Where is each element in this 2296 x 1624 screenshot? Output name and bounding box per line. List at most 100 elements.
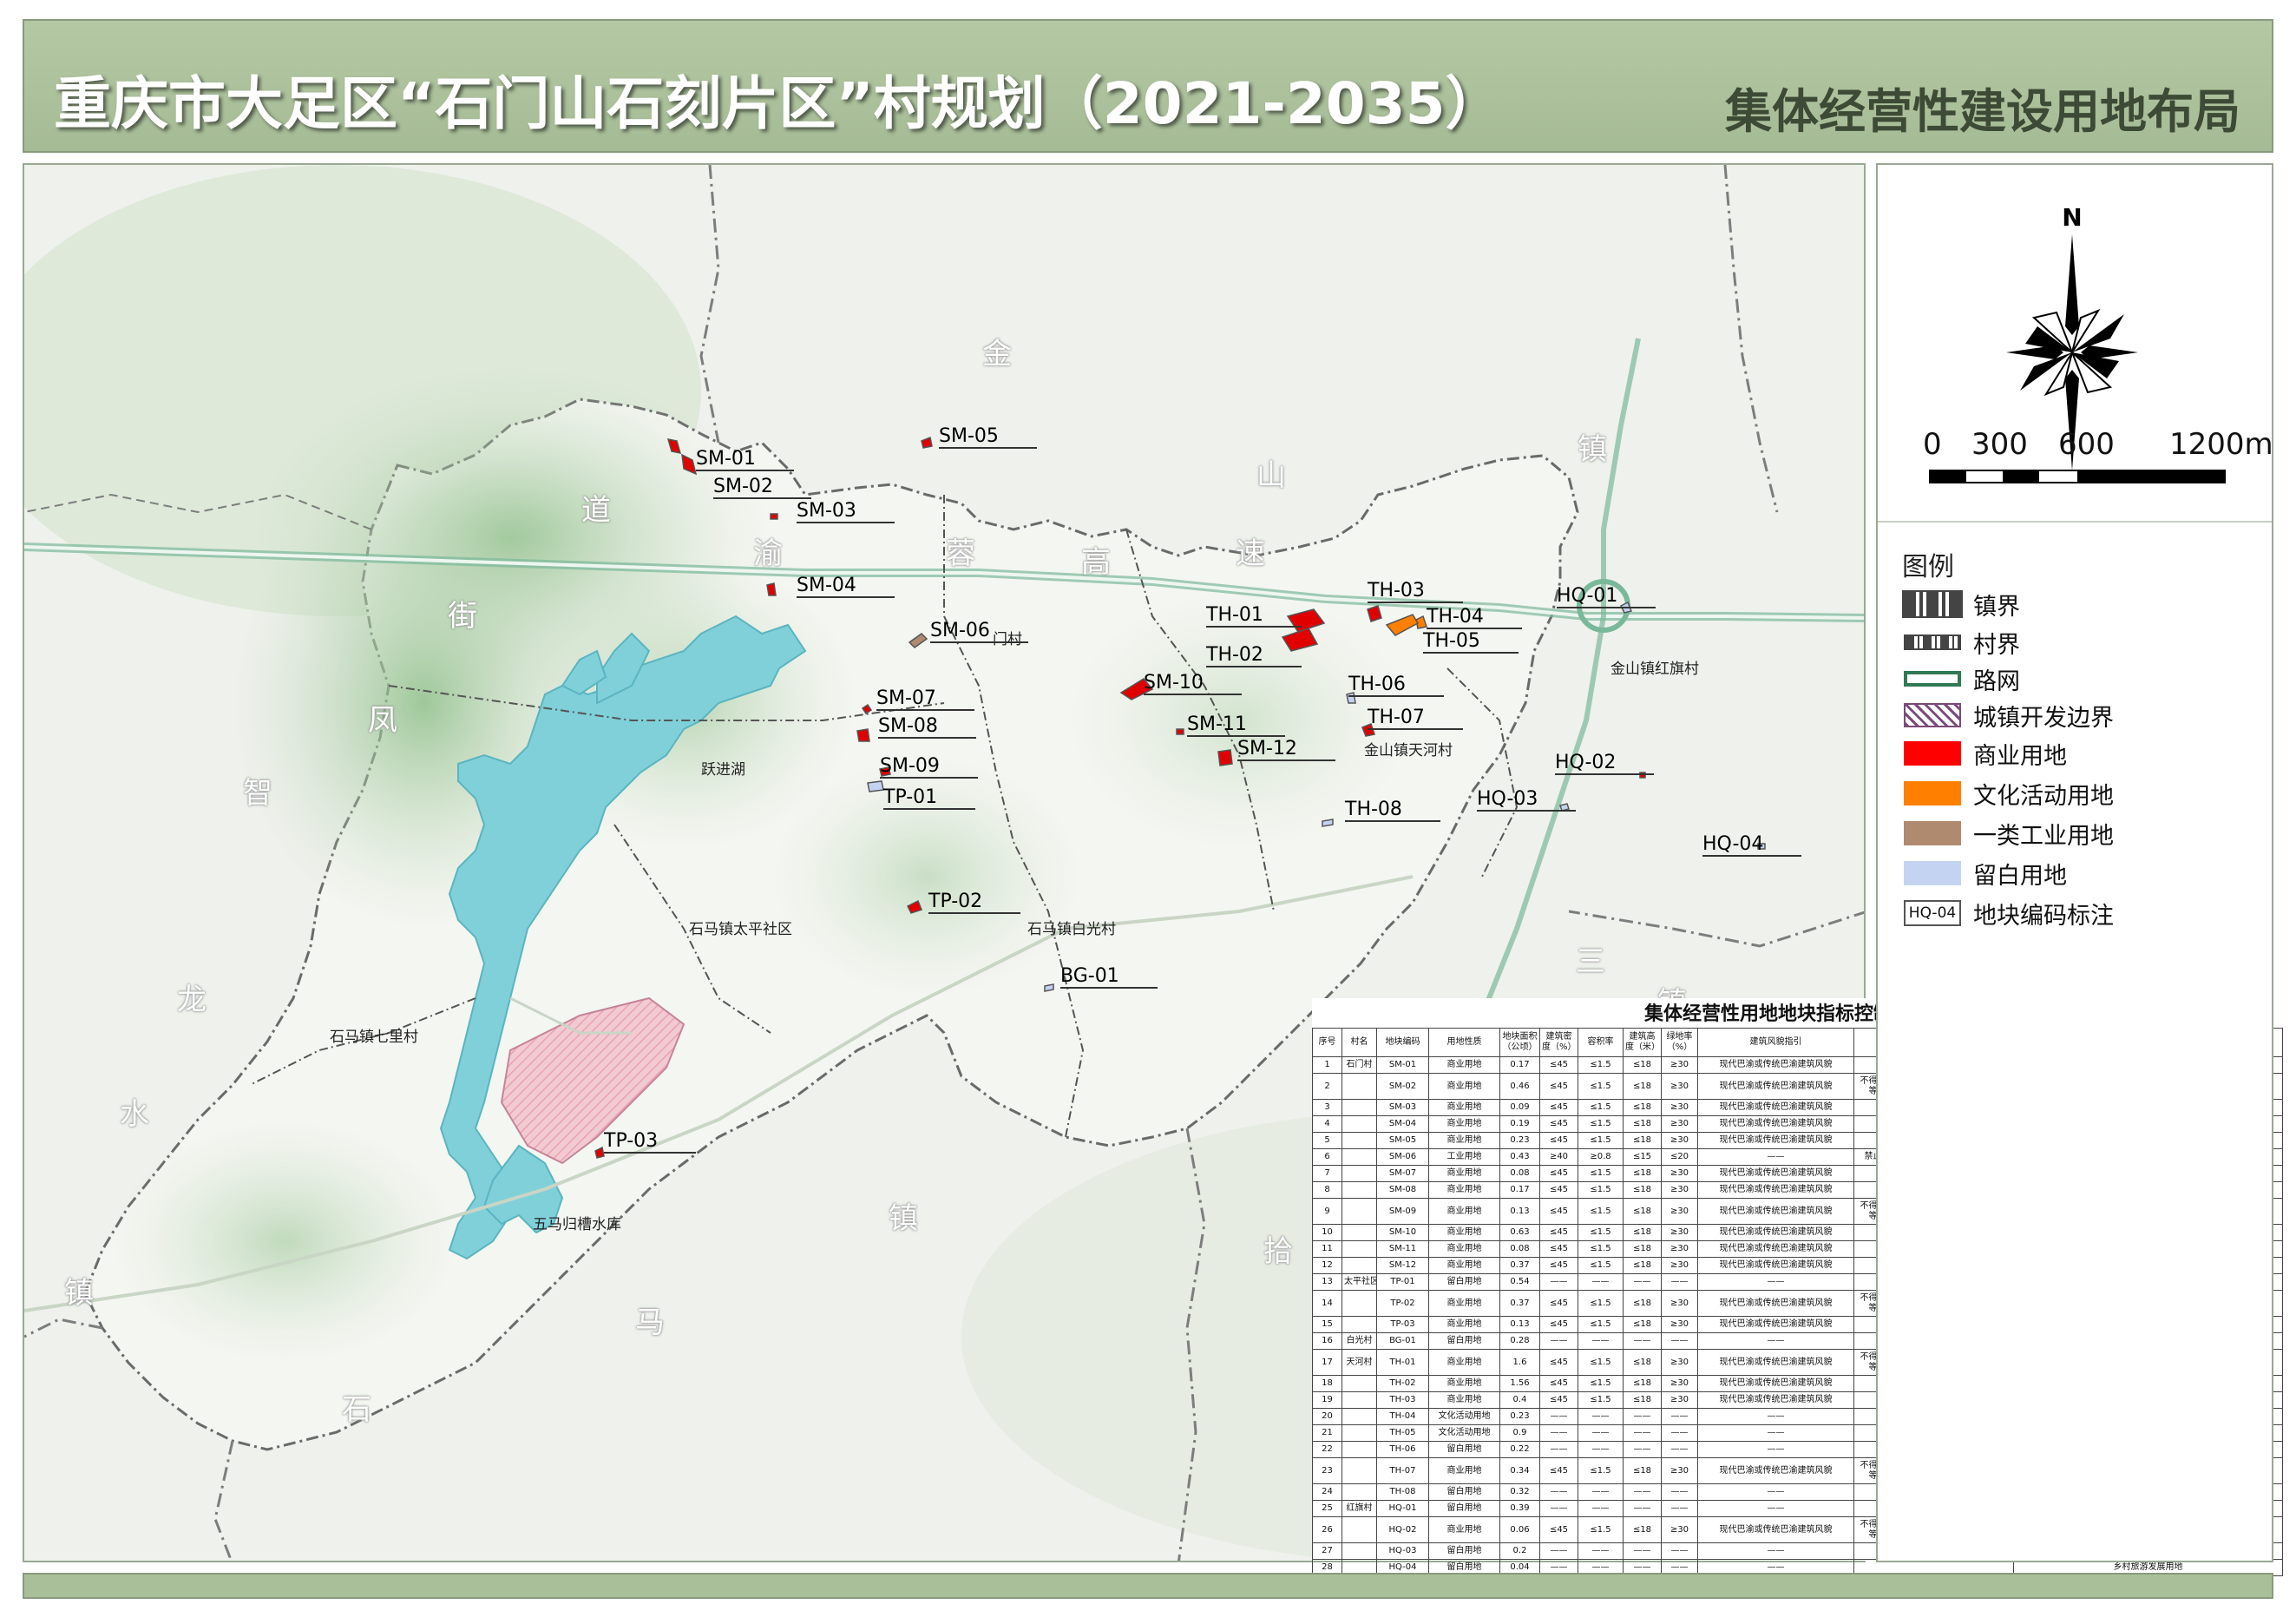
parcel-label-th-06[interactable]: TH-06 xyxy=(1348,674,1444,697)
parcel-label-tp-01[interactable]: TP-01 xyxy=(883,786,976,810)
table-cell: —— xyxy=(1578,1542,1624,1560)
parcel-label-tp-03[interactable]: TP-03 xyxy=(604,1130,697,1154)
table-cell xyxy=(1342,1115,1377,1133)
table-cell: 21 xyxy=(1312,1424,1342,1442)
parcel-label-hq-03[interactable]: HQ-03 xyxy=(1477,788,1577,812)
parcel-label-sm-11[interactable]: SM-11 xyxy=(1187,713,1285,737)
legend-item-code-label: HQ-04 地块编码标注 xyxy=(1904,896,2114,930)
table-cell: ≥30 xyxy=(1661,1115,1698,1133)
table-cell xyxy=(1342,1457,1377,1484)
table-cell: ≤45 xyxy=(1539,1375,1578,1392)
table-cell xyxy=(1342,1516,1377,1543)
legend-label: 城镇开发边界 xyxy=(1973,704,2114,732)
legend-title: 图例 xyxy=(1902,552,1954,582)
parcel-sm-04[interactable] xyxy=(766,582,777,596)
parcel-label-sm-08[interactable]: SM-08 xyxy=(878,715,976,739)
reserved-swatch xyxy=(1904,861,1961,885)
parcel-label-th-01[interactable]: TH-01 xyxy=(1206,604,1302,628)
table-cell: —— xyxy=(1697,1483,1854,1501)
table-cell: ≥30 xyxy=(1661,1099,1698,1116)
parcel-label-th-07[interactable]: TH-07 xyxy=(1368,707,1463,730)
parcel-sm-08[interactable] xyxy=(856,728,870,742)
table-cell: —— xyxy=(1661,1500,1698,1517)
table-cell: —— xyxy=(1623,1424,1662,1442)
table-cell: ≤45 xyxy=(1539,1391,1578,1409)
place-label-jie: 街 xyxy=(448,599,477,634)
table-cell: 商业用地 xyxy=(1428,1099,1500,1116)
table-cell: —— xyxy=(1697,1500,1854,1517)
table-cell: TH-02 xyxy=(1376,1375,1429,1392)
table-cell: 现代巴渝或传统巴渝建筑风貌 xyxy=(1697,1198,1854,1225)
table-cell: 6 xyxy=(1312,1148,1342,1166)
table-cell: 商业用地 xyxy=(1428,1375,1500,1392)
legend-label: 商业用地 xyxy=(1973,742,2067,770)
table-cell: ≤1.5 xyxy=(1578,1516,1624,1543)
parcel-label-sm-03[interactable]: SM-03 xyxy=(797,500,895,523)
table-cell: 现代巴渝或传统巴渝建筑风貌 xyxy=(1697,1349,1854,1376)
table-cell: ≥30 xyxy=(1661,1457,1698,1484)
parcel-sm-07[interactable] xyxy=(861,703,873,715)
parcel-label-bg-01[interactable]: BG-01 xyxy=(1060,965,1158,989)
legend-item-cultural: 文化活动用地 xyxy=(1904,776,2114,811)
table-cell xyxy=(1342,1165,1377,1182)
table-cell: SM-06 xyxy=(1376,1148,1429,1166)
table-cell: ≤1.5 xyxy=(1578,1132,1624,1149)
table-cell: 商业用地 xyxy=(1428,1290,1500,1317)
table-cell: ≤1.5 xyxy=(1578,1457,1624,1484)
table-cell: —— xyxy=(1661,1273,1698,1291)
table-cell: 商业用地 xyxy=(1428,1056,1500,1074)
parcel-sm-03[interactable] xyxy=(770,513,778,520)
table-cell: 留白用地 xyxy=(1428,1441,1500,1458)
parcel-sm-11[interactable] xyxy=(1176,728,1184,735)
parcel-label-sm-06[interactable]: SM-06 xyxy=(930,620,1028,643)
parcel-sm-12[interactable] xyxy=(1217,749,1233,766)
parcel-bg-01[interactable] xyxy=(1044,983,1054,992)
parcel-sm-02[interactable] xyxy=(681,453,698,476)
parcel-sm-06[interactable] xyxy=(908,633,928,648)
table-cell: ≤18 xyxy=(1623,1181,1662,1199)
table-cell: 0.37 xyxy=(1499,1257,1540,1274)
village-label-yuejin-lake: 跃进湖 xyxy=(701,761,745,779)
table-cell: 留白用地 xyxy=(1428,1273,1500,1291)
table-cell: ≥30 xyxy=(1661,1181,1698,1199)
parcel-label-sm-07[interactable]: SM-07 xyxy=(876,687,974,711)
parcel-label-sm-10[interactable]: SM-10 xyxy=(1144,672,1242,695)
parcel-label-sm-04[interactable]: SM-04 xyxy=(797,575,895,598)
table-cell xyxy=(1342,1224,1377,1241)
village-label-taiping: 石马镇太平社区 xyxy=(689,921,792,938)
table-cell: 商业用地 xyxy=(1428,1073,1500,1100)
table-cell: 现代巴渝或传统巴渝建筑风貌 xyxy=(1697,1132,1854,1149)
parcel-tp-01[interactable] xyxy=(867,780,884,792)
parcel-label-hq-02[interactable]: HQ-02 xyxy=(1555,752,1655,775)
parcel-label-hq-04[interactable]: HQ-04 xyxy=(1702,833,1802,857)
table-cell: —— xyxy=(1578,1273,1624,1291)
cultural-swatch xyxy=(1904,781,1961,805)
parcel-label-sm-02[interactable]: SM-02 xyxy=(713,476,811,499)
place-label-rong: 蓉 xyxy=(946,536,975,571)
parcel-th-05[interactable] xyxy=(1385,614,1420,636)
parcel-sm-05[interactable] xyxy=(921,436,933,449)
parcel-label-sm-12[interactable]: SM-12 xyxy=(1237,738,1335,761)
parcel-label-th-08[interactable]: TH-08 xyxy=(1345,799,1440,822)
parcel-label-sm-01[interactable]: SM-01 xyxy=(696,448,794,471)
parcel-label-hq-01[interactable]: HQ-01 xyxy=(1557,585,1656,608)
table-cell: SM-12 xyxy=(1376,1257,1429,1274)
parcel-label-th-03[interactable]: TH-03 xyxy=(1368,580,1463,603)
parcel-label-th-05[interactable]: TH-05 xyxy=(1423,630,1519,654)
parcel-label-sm-05[interactable]: SM-05 xyxy=(939,425,1037,449)
parcel-label-sm-09[interactable]: SM-09 xyxy=(880,755,978,779)
parcel-label-th-04[interactable]: TH-04 xyxy=(1427,606,1522,629)
parcel-label-th-02[interactable]: TH-02 xyxy=(1206,644,1302,667)
parcel-th-03[interactable] xyxy=(1367,605,1382,622)
parcel-tp-03[interactable] xyxy=(594,1146,605,1159)
road-swatch xyxy=(1904,671,1961,687)
parcel-label-tp-02[interactable]: TP-02 xyxy=(928,891,1021,914)
parcel-tp-02[interactable] xyxy=(906,899,922,914)
table-cell: SM-02 xyxy=(1376,1073,1429,1100)
table-cell: 现代巴渝或传统巴渝建筑风貌 xyxy=(1697,1165,1854,1182)
parcel-th-08[interactable] xyxy=(1322,819,1334,827)
table-cell: TH-06 xyxy=(1376,1441,1429,1458)
table-header-cell: 地块面积（公顷） xyxy=(1499,1028,1540,1057)
parcel-sm-01[interactable] xyxy=(666,438,682,454)
table-cell: 商业用地 xyxy=(1428,1257,1500,1274)
